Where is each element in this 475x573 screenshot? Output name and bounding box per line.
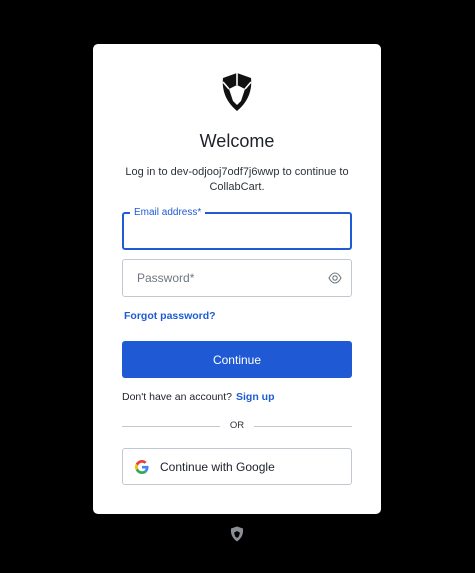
email-input[interactable] bbox=[138, 214, 314, 248]
forgot-password-link[interactable]: Forgot password? bbox=[124, 310, 216, 322]
login-card: Welcome Log in to dev-odjooj7odf7j6wwp t… bbox=[93, 44, 381, 514]
signup-row: Don't have an account? Sign up bbox=[122, 391, 275, 403]
email-field[interactable]: Email address* bbox=[122, 206, 352, 250]
signup-link[interactable]: Sign up bbox=[236, 391, 275, 403]
no-account-text: Don't have an account? bbox=[122, 391, 232, 403]
password-field[interactable] bbox=[122, 259, 352, 297]
login-subtitle: Log in to dev-odjooj7odf7j6wwp to contin… bbox=[125, 166, 349, 193]
page-title: Welcome bbox=[199, 131, 275, 151]
google-button-label: Continue with Google bbox=[160, 460, 275, 474]
continue-button[interactable]: Continue bbox=[122, 341, 352, 378]
auth0-badge-icon bbox=[230, 526, 244, 542]
shield-logo-icon bbox=[222, 73, 252, 111]
continue-with-google-button[interactable]: Continue with Google bbox=[122, 448, 352, 485]
divider-line-right bbox=[254, 426, 352, 427]
google-g-icon bbox=[135, 460, 149, 474]
password-input[interactable] bbox=[137, 260, 315, 296]
or-divider: OR bbox=[122, 420, 352, 432]
eye-icon[interactable] bbox=[328, 272, 342, 284]
